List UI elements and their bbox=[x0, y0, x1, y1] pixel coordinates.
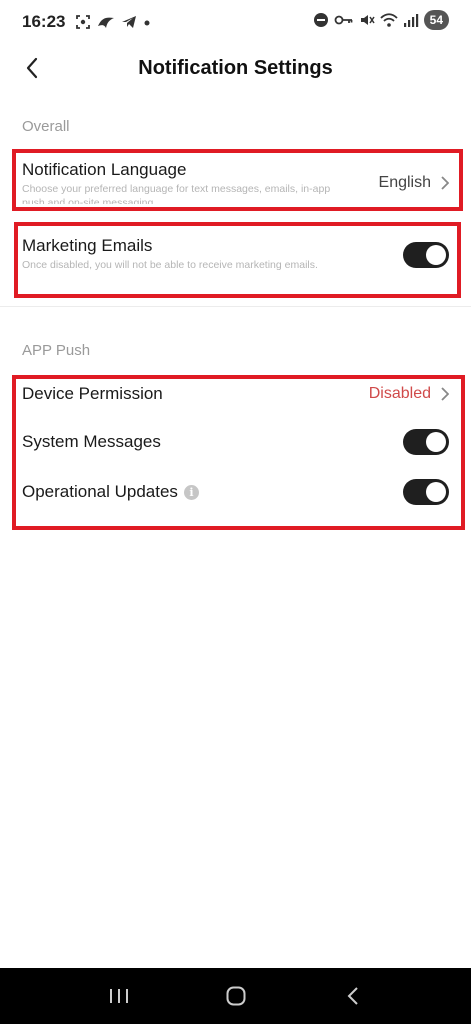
dot-icon bbox=[144, 20, 150, 26]
chevron-left-icon bbox=[26, 57, 38, 79]
header: Notification Settings bbox=[0, 44, 471, 92]
wifi-icon bbox=[380, 13, 398, 27]
screenshot-icon bbox=[76, 15, 91, 29]
section-divider bbox=[0, 306, 471, 307]
section-label-app-push: APP Push bbox=[22, 342, 91, 359]
back-button[interactable] bbox=[18, 54, 46, 82]
section-label-overall: Overall bbox=[22, 118, 70, 135]
recent-apps-icon bbox=[109, 989, 128, 1003]
bird-icon bbox=[98, 17, 115, 28]
mute-icon bbox=[360, 15, 375, 25]
home-button[interactable] bbox=[216, 976, 256, 1016]
system-nav-bar bbox=[0, 968, 471, 1024]
nav-back-button[interactable] bbox=[333, 976, 373, 1016]
signal-icon bbox=[403, 14, 418, 27]
highlight-box-app-push bbox=[12, 375, 465, 530]
key-icon bbox=[334, 15, 353, 25]
telegram-icon bbox=[122, 16, 137, 28]
highlight-box-marketing-emails bbox=[14, 222, 461, 298]
status-time: 16:23 bbox=[22, 12, 66, 31]
status-bar: 16:23 54 bbox=[0, 0, 471, 44]
status-left-icons bbox=[75, 14, 151, 30]
highlight-box-notification-language bbox=[12, 149, 463, 211]
home-icon bbox=[226, 986, 245, 1006]
do-not-disturb-icon bbox=[313, 13, 328, 27]
status-right-icons: 54 bbox=[313, 10, 449, 30]
battery-indicator: 54 bbox=[423, 10, 449, 30]
page-title: Notification Settings bbox=[138, 56, 333, 79]
recent-apps-button[interactable] bbox=[99, 976, 139, 1016]
back-icon bbox=[347, 987, 358, 1005]
